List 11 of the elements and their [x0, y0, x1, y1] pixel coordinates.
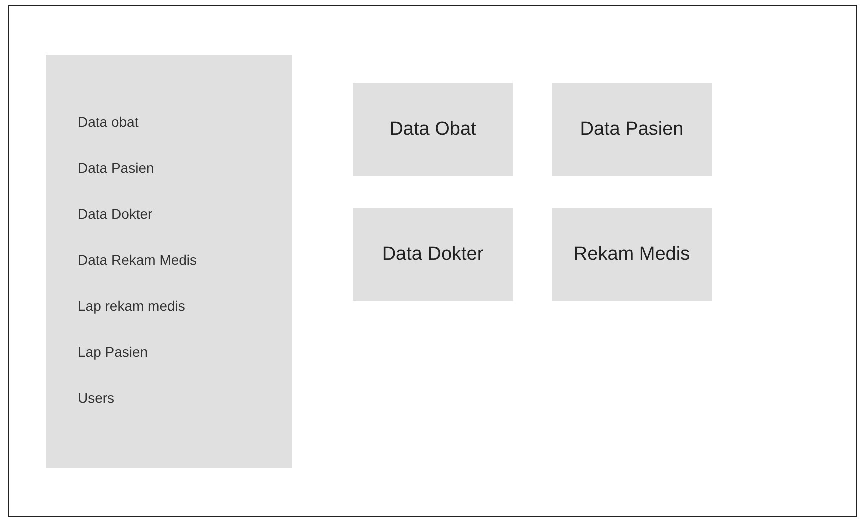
sidebar-item[interactable]: Data obat — [78, 113, 139, 131]
menu-card[interactable]: Data Obat — [353, 83, 513, 176]
sidebar-item[interactable]: Data Rekam Medis — [78, 251, 198, 269]
menu-card[interactable]: Data Pasien — [552, 83, 712, 176]
sidebar-item[interactable]: Data Pasien — [78, 159, 154, 177]
sidebar-item[interactable]: Lap Pasien — [78, 343, 148, 361]
sidebar-item[interactable]: Data Dokter — [78, 205, 153, 223]
menu-card[interactable]: Data Dokter — [353, 208, 513, 301]
menu-card[interactable]: Rekam Medis — [552, 208, 712, 301]
sidebar-item[interactable]: Users — [78, 389, 115, 407]
sidebar-item[interactable]: Lap rekam medis — [78, 297, 186, 315]
